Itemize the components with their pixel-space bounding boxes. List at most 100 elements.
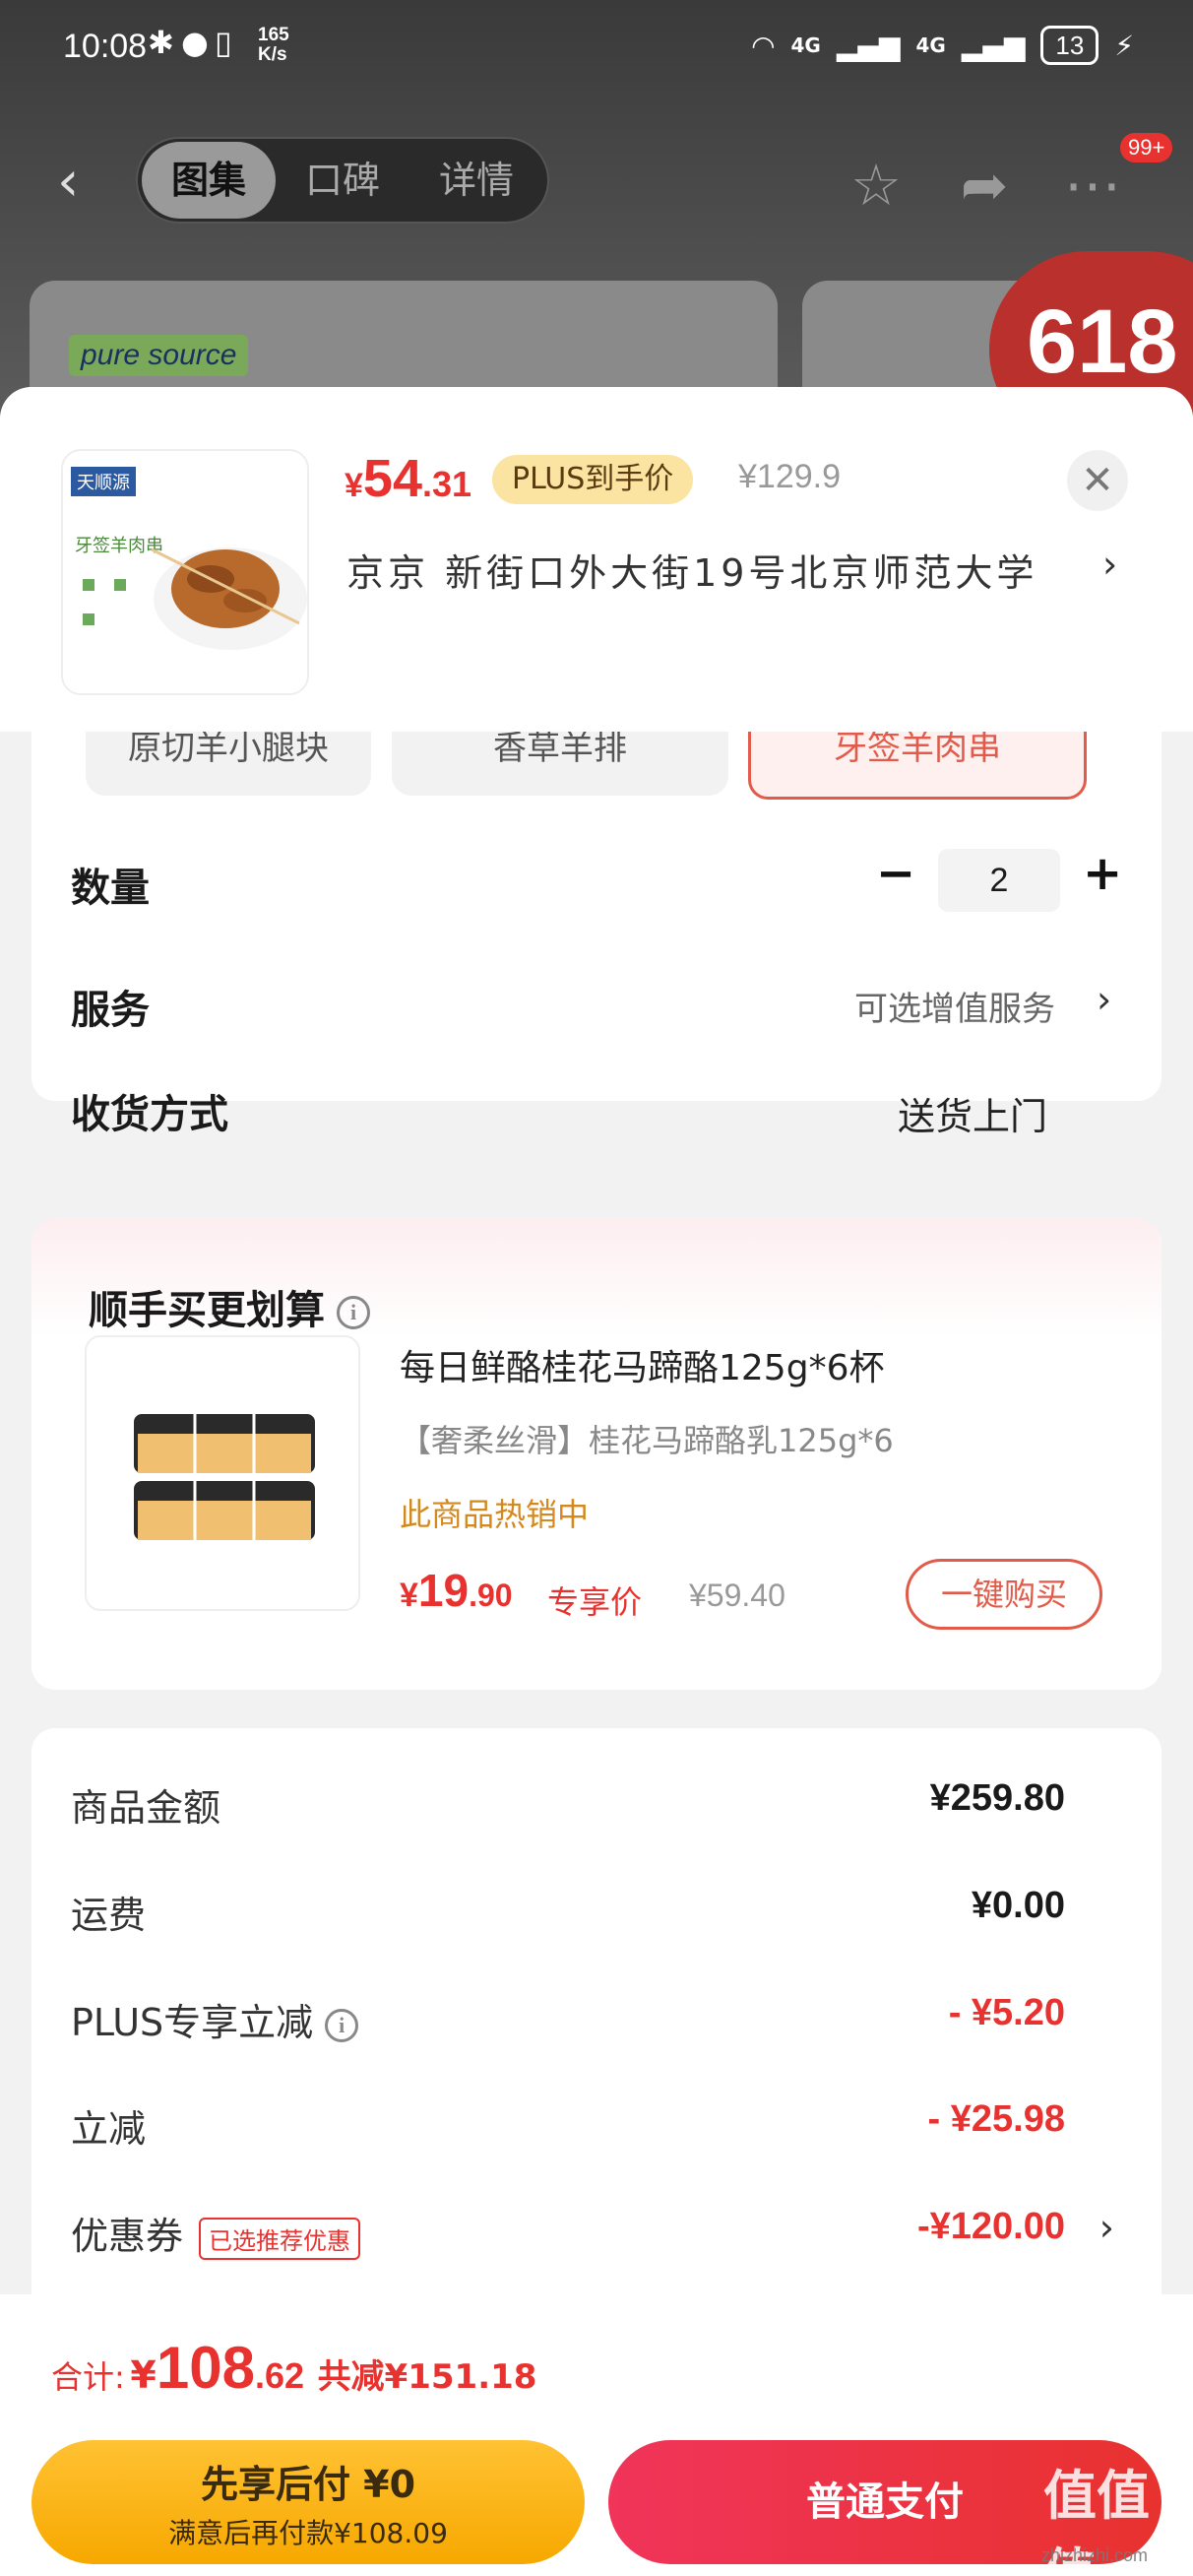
quantity-plus-button[interactable]: + — [1083, 846, 1122, 901]
total-integer: 108 — [156, 2335, 255, 2401]
chevron-right-icon[interactable]: › — [1102, 543, 1117, 586]
skewer-food-image — [83, 547, 307, 650]
summary-row-coupon[interactable]: 优惠券 已选推荐优惠 -¥120.00 › — [71, 2196, 1114, 2265]
total-label: 合计: — [51, 2358, 125, 2396]
summary-label-text: 优惠券 — [71, 2215, 184, 2258]
total-decimal: .62 — [254, 2355, 304, 2396]
summary-value: - ¥5.20 — [948, 1992, 1065, 2033]
top-nav: ‹ 图集 口碑 详情 ☆ ➦ ⋯ — [0, 133, 1193, 231]
bundle-product-name[interactable]: 每日鲜酪桂花马蹄酪125g*6杯 — [400, 1339, 884, 1390]
service-value[interactable]: 可选增值服务 — [854, 982, 1055, 1030]
chevron-right-icon[interactable]: › — [1099, 2206, 1114, 2249]
back-icon[interactable]: ‹ — [57, 155, 96, 214]
order-summary: 商品金额 ¥259.80 运费 ¥0.00 PLUS专享立减 i - ¥5.20 … — [31, 1728, 1162, 2358]
bundle-product-image[interactable] — [85, 1335, 360, 1611]
bluetooth-icon: ✱ — [148, 24, 174, 61]
bundle-original-price: ¥59.40 — [689, 1578, 785, 1613]
total-saved: 共减¥151.18 — [317, 2357, 537, 2397]
spec-label: 牙签羊肉串 — [834, 729, 1001, 768]
delivery-method-label: 收货方式 — [71, 1092, 228, 1137]
vibrate-icon: ▯ — [215, 24, 232, 61]
info-icon[interactable]: i — [337, 1296, 370, 1329]
quantity-input[interactable]: 2 — [938, 849, 1060, 912]
watermark-url: zhizhizhi.com — [1041, 2545, 1149, 2565]
summary-row-shipping: 运费 ¥0.00 — [71, 1875, 1114, 1944]
chevron-right-icon[interactable]: › — [1097, 978, 1111, 1021]
price-integer: 54 — [362, 449, 422, 508]
summary-value: ¥259.80 — [929, 1777, 1065, 1819]
wifi-icon: ◠ — [751, 29, 776, 62]
product-thumbnail: 天顺源 牙签羊肉串 — [61, 449, 309, 695]
tab-group: 图集 口碑 详情 — [136, 137, 549, 224]
tab-details[interactable]: 详情 — [409, 142, 543, 219]
spec-label: 原切羊小腿块 — [128, 729, 329, 768]
charging-icon: ⚡ — [1114, 29, 1134, 62]
message-badge: 99+ — [1120, 133, 1173, 162]
spec-option[interactable]: 原切羊小腿块 — [86, 729, 371, 796]
plus-price-tag: PLUS到手价 — [492, 455, 694, 504]
total-currency: ¥ — [130, 2353, 157, 2397]
status-time: 10:08 — [63, 28, 148, 65]
bundle-price-decimal: .90 — [469, 1578, 513, 1613]
summary-row-instant-discount: 立减 - ¥25.98 — [71, 2089, 1114, 2157]
signal-bars-icon: ▂▄▆ — [961, 29, 1026, 62]
bundle-price: ¥19.90 — [400, 1564, 513, 1617]
close-icon[interactable]: ✕ — [1067, 450, 1128, 511]
coupon-tag: 已选推荐优惠 — [199, 2218, 361, 2260]
summary-value: - ¥25.98 — [927, 2098, 1065, 2140]
tab-gallery[interactable]: 图集 — [142, 142, 276, 219]
net-speed-value: 165 — [258, 25, 289, 45]
spec-option[interactable]: 香草羊排 — [392, 729, 728, 796]
sheet-header: 天顺源 牙签羊肉串 ¥54.31 PLUS到手价 ¥129.9 ✕ 京京 新街口… — [0, 387, 1193, 732]
bundle-price-currency: ¥ — [400, 1577, 418, 1614]
battery-indicator: 13 — [1040, 26, 1099, 65]
summary-label: PLUS专享立减 i — [71, 1992, 359, 2046]
summary-value: -¥120.00 — [916, 2206, 1065, 2247]
net-speed-unit: K/s — [258, 44, 287, 65]
summary-label: 运费 — [71, 1894, 147, 1937]
location-icon: ● — [181, 24, 209, 61]
summary-row-plus-discount: PLUS专享立减 i - ¥5.20 — [71, 1982, 1114, 2051]
info-icon[interactable]: i — [325, 2008, 359, 2042]
checkout-footer: 合计: ¥108.62 共减¥151.18 先享后付 ¥0 满意后再付款¥108… — [0, 2294, 1193, 2576]
quantity-minus-button[interactable]: − — [876, 846, 915, 901]
tab-reviews[interactable]: 口碑 — [276, 142, 409, 219]
spec-option-selected[interactable]: 牙签羊肉串 — [748, 729, 1087, 800]
summary-label: 优惠券 已选推荐优惠 — [71, 2206, 361, 2260]
pay-later-subtitle: 满意后再付款¥108.09 — [168, 2517, 448, 2549]
delivery-method-value[interactable]: 送货上门 — [898, 1086, 1047, 1140]
cheese-cups-image — [134, 1414, 315, 1540]
purchase-sheet: 天顺源 牙签羊肉串 ¥54.31 PLUS到手价 ¥129.9 ✕ 京京 新街口… — [0, 387, 1193, 2576]
price-currency: ¥ — [345, 467, 363, 504]
signal-2: 4G — [915, 33, 946, 57]
product-price: ¥54.31 — [345, 448, 471, 509]
more-icon[interactable]: ⋯ — [1058, 151, 1127, 220]
original-price: ¥129.9 — [738, 458, 841, 495]
one-click-buy-button[interactable]: 一键购买 — [906, 1559, 1102, 1630]
exclusive-price-label: 专享价 — [547, 1583, 643, 1621]
summary-label: 立减 — [71, 2107, 147, 2151]
bundle-title-text: 顺手买更划算 — [89, 1288, 325, 1333]
status-right: ◠ 4G ▂▄▆ 4G ▂▄▆ 13 ⚡ — [751, 26, 1134, 65]
bundle-hot-label: 此商品热销中 — [400, 1496, 590, 1533]
delivery-address[interactable]: 京京 新街口外大街19号北京师范大学 — [346, 543, 1037, 597]
signal-1: 4G — [790, 33, 821, 57]
favorite-star-icon[interactable]: ☆ — [842, 151, 910, 220]
bundle-product-desc: 【奢柔丝滑】桂花马蹄酪乳125g*6 — [400, 1422, 894, 1459]
pay-later-title: 先享后付 ¥0 — [200, 2463, 416, 2506]
bundle-offer-card: 顺手买更划算 i 每日鲜酪桂花马蹄酪125g*6杯 【奢柔丝滑】桂花马蹄酪乳125… — [31, 1219, 1162, 1690]
summary-label-text: PLUS专享立减 — [71, 2001, 314, 2044]
summary-row-goods: 商品金额 ¥259.80 — [71, 1768, 1114, 1836]
status-bar: 10:08 ✱ ● ▯ 165 K/s ◠ 4G ▂▄▆ 4G ▂▄▆ 13 ⚡ — [0, 0, 1193, 98]
share-icon[interactable]: ➦ — [950, 151, 1019, 220]
price-decimal: .31 — [422, 464, 472, 504]
brand-logo: pure source — [69, 335, 249, 376]
bundle-title: 顺手买更划算 i — [89, 1278, 370, 1335]
net-speed: 165 K/s — [258, 26, 289, 65]
summary-value: ¥0.00 — [971, 1885, 1065, 1926]
bundle-price-integer: 19 — [417, 1565, 470, 1616]
pay-later-button[interactable]: 先享后付 ¥0 满意后再付款¥108.09 — [31, 2440, 585, 2564]
service-label: 服务 — [71, 988, 150, 1033]
quantity-label: 数量 — [71, 866, 150, 911]
summary-label: 商品金额 — [71, 1786, 221, 1830]
